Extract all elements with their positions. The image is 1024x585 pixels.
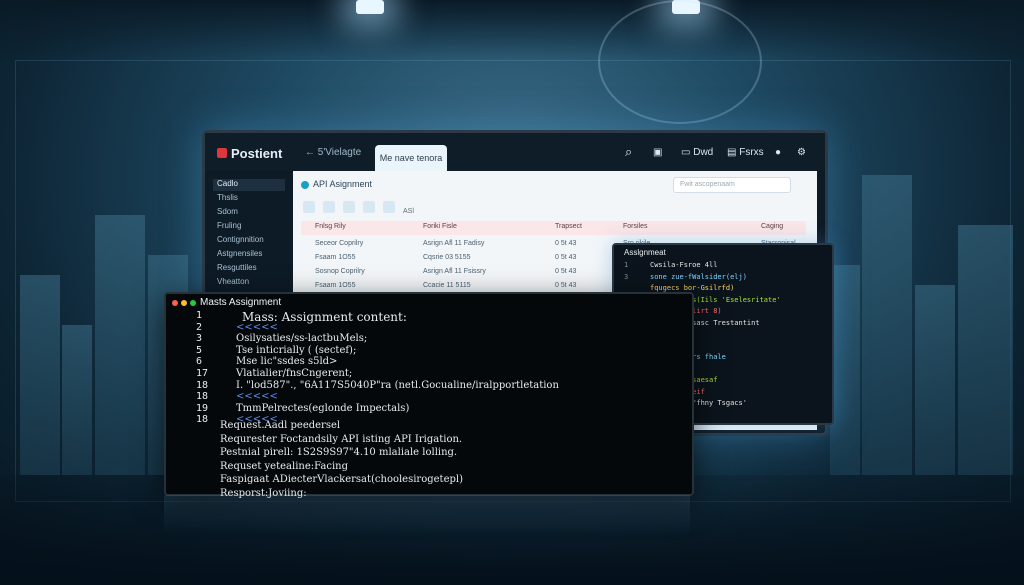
city-building (62, 325, 92, 475)
terminal-output-line: Request.Aadl peedersel (220, 420, 341, 431)
table-cell: 0 5t 43 (555, 268, 577, 275)
code-line: fqugecs bor-Gsilrfd) (650, 284, 735, 292)
city-building (958, 225, 1013, 475)
sidebar-item-label[interactable]: Vheatton (217, 277, 249, 289)
column-header[interactable]: Trapsect (555, 223, 582, 230)
sidebar-item-label[interactable]: Astgnensiles (217, 249, 262, 261)
app-toolbar: Postient ← 5'Vielagte Me nave tenora ⌕ ▣… (205, 133, 825, 171)
close-icon[interactable] (363, 201, 375, 213)
code-panel-title: Asslgnmeat (624, 248, 666, 257)
table-cell: Asrign Afl 11 Fsissry (423, 268, 486, 275)
table-cell: 0 5t 43 (555, 254, 577, 261)
table-cell: 0 5t 43 (555, 282, 577, 289)
table-cell: 0 5t 43 (555, 240, 577, 247)
minimize-icon[interactable] (181, 300, 187, 306)
close-icon[interactable] (172, 300, 178, 306)
line-number: 1 (196, 310, 203, 321)
column-header[interactable]: Foriki Fisle (423, 223, 457, 230)
sidebar-item-label[interactable]: Thslis (217, 193, 238, 205)
play-icon[interactable] (343, 201, 355, 213)
sidebar-item-label[interactable]: Contignnition (217, 235, 264, 247)
ceiling-light (356, 0, 384, 14)
terminal-window: Masts Assignment 1 Mass: Assignment conte… (164, 292, 694, 499)
table-cell: Asrign Afl 11 Fadisy (423, 240, 485, 247)
refresh-icon[interactable] (323, 201, 335, 213)
sidebar-item-label[interactable]: Cadlo (213, 179, 285, 191)
user-icon[interactable]: ● (775, 147, 781, 158)
column-header[interactable]: Fnlsg Rily (315, 223, 346, 230)
copy-icon[interactable] (303, 201, 315, 213)
app-name: Postient (231, 146, 283, 161)
request-action-icons: ASl (303, 200, 414, 218)
column-header[interactable]: Caging (761, 223, 783, 230)
request-status-icon (301, 180, 309, 189)
sidebar-item-label[interactable]: Sdom (217, 207, 238, 219)
terminal-line: I. "lod587"., "6A117S5040P"ra (netl.Gocu… (236, 379, 559, 391)
settings-icon[interactable]: ⚙ (797, 147, 806, 158)
column-header[interactable]: Forsiles (623, 223, 648, 230)
ceiling (0, 0, 1024, 60)
line-number: 18 (196, 391, 209, 403)
city-building (20, 275, 60, 475)
line-number: 2 (196, 321, 203, 333)
line-number: 18 (196, 414, 209, 426)
search-input[interactable]: Fwit ascopenaam (673, 177, 791, 193)
terminal-separator: <<<<< (236, 321, 278, 333)
avatar[interactable] (383, 201, 395, 213)
sidebar-item-label[interactable]: Resguttiles (217, 263, 257, 275)
terminal-line: Osilysaties/ss-lactbuMels; (236, 333, 368, 345)
line-number: 1 (624, 261, 629, 269)
maximize-icon[interactable] (190, 300, 196, 306)
terminal-separator: <<<<< (236, 391, 278, 403)
city-building (95, 215, 145, 475)
line-number: 17 (196, 368, 209, 379)
table-cell: Ccacie 11 5115 (423, 282, 471, 289)
table-cell: Fsaam 1O55 (315, 282, 356, 289)
terminal-output-line: Requset yetealine:Facing (220, 460, 348, 472)
table-header: Fnlsg Rily Foriki Fisle Trapsect Forsile… (301, 221, 806, 235)
terminal-title: Masts Assignment (200, 297, 282, 308)
table-cell: Cqsrie 03 5155 (423, 254, 471, 261)
line-number: 3 (196, 333, 203, 345)
terminal-line: Vlatialier/fnsCngerent; (236, 368, 353, 379)
table-cell: Fsaam 1O55 (315, 254, 356, 261)
sidebar-item-label[interactable]: Fruling (217, 221, 241, 233)
search-icon[interactable]: ⌕ (625, 144, 632, 160)
terminal-output-line: Requrester Foctandsily API isting API Ir… (220, 433, 463, 445)
code-line: Cwsila-Fsroe 4ll (650, 261, 718, 269)
terminal-output-line: Pestnial pirell: 1S2S9S97"4.10 mlaliale … (220, 447, 458, 458)
tab-active-request[interactable]: Me nave tenora (375, 145, 447, 171)
app-logo-icon (217, 148, 227, 158)
request-title: API Asignment (301, 179, 372, 189)
terminal-output-line: Faspigaat ADiecterVlackersat(choolesirog… (220, 474, 463, 485)
line-number: 6 (196, 356, 203, 368)
line-number: 3 (624, 272, 629, 281)
toolbar-label: Dwd (693, 147, 714, 158)
pages-icon[interactable]: ▤ Fsrxs (727, 147, 764, 158)
city-building (915, 285, 955, 475)
avatar-label: ASl (403, 208, 414, 215)
line-number: 19 (196, 402, 209, 414)
terminal-reflection (164, 495, 690, 535)
table-cell: Seceor Coprilry (315, 240, 364, 247)
table-cell: Sosnop Coprilry (315, 268, 365, 275)
line-number: 18 (196, 379, 209, 391)
terminal-line: Mse lic"ssdes s5ld> (236, 356, 338, 368)
terminal-line: Tse inticrially ( (sectef); (236, 344, 357, 356)
grid-icon[interactable]: ▣ (653, 147, 662, 158)
city-building (830, 265, 860, 475)
line-number: 5 (196, 344, 203, 356)
nav-back-link[interactable]: ← 5'Vielagte (305, 147, 361, 158)
terminal-line: TmmPelrectes(eglonde Impectals) (236, 402, 410, 414)
toolbar-label: Fsrxs (739, 147, 764, 158)
city-building (862, 175, 912, 475)
code-line: sone zue-fWalsider(elj) (650, 272, 747, 281)
chat-icon[interactable]: ▭ Dwd (681, 147, 713, 158)
